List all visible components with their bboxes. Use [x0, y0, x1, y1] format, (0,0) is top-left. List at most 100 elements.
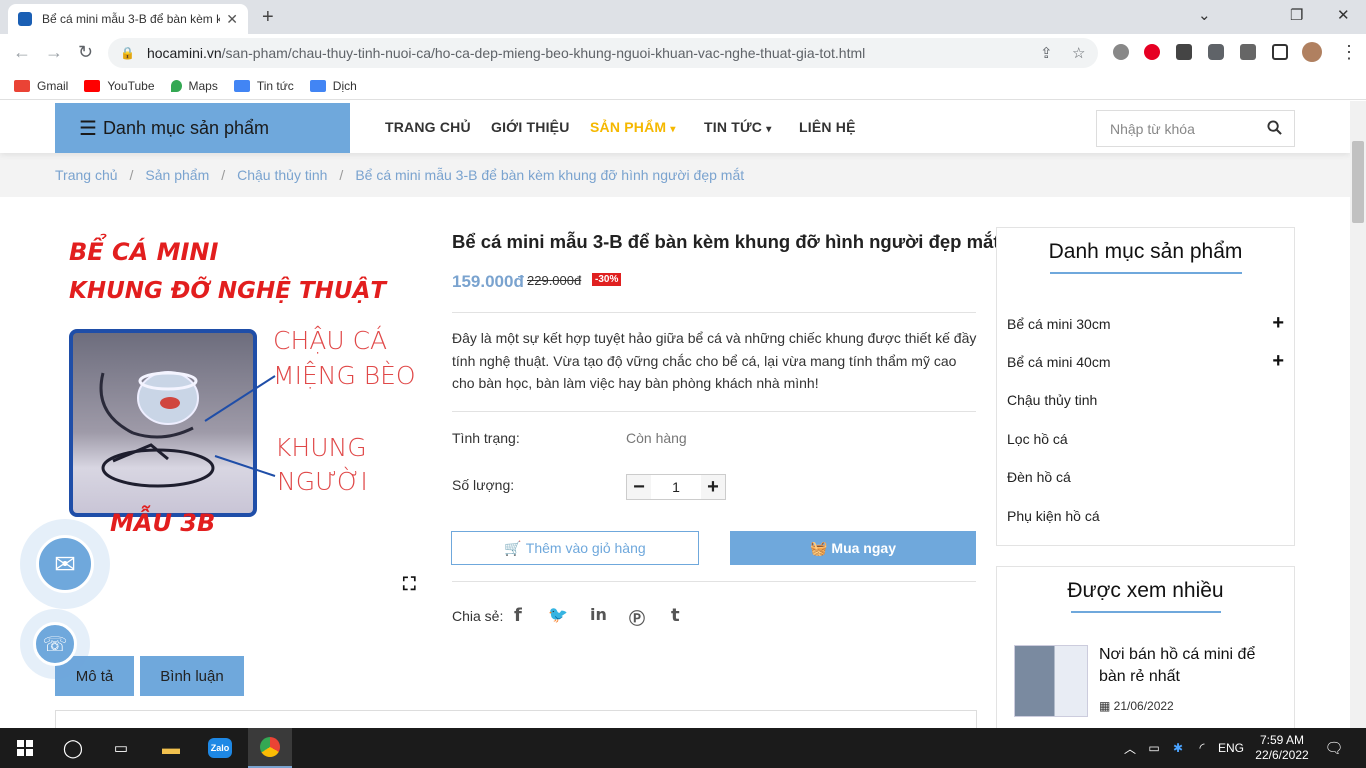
breadcrumb-products[interactable]: Sản phẩm — [145, 167, 209, 183]
tumblr-share-icon[interactable]: t — [671, 605, 680, 626]
menu-news[interactable]: TIN TỨC ▾ — [704, 119, 771, 135]
pinterest-extension-icon[interactable] — [1144, 44, 1160, 60]
page-scrollbar[interactable] — [1350, 101, 1366, 728]
add-to-cart-button[interactable]: 🛒 Thêm vào giỏ hàng — [451, 531, 699, 565]
browser-tab-strip: Bể cá mini mẫu 3-B để bàn kèm k ✕ + ⌄ ❐ … — [0, 0, 1366, 34]
browser-toolbar: ← → ↻ 🔒 hocamini.vn/san-pham/chau-thuy-t… — [0, 34, 1366, 72]
product-image[interactable]: BỂ CÁ MINI KHUNG ĐỠ NGHỆ THUẬT CHẬU CÁ M… — [55, 221, 435, 601]
search-icon[interactable] — [1267, 120, 1282, 138]
product-price: 159.000đ — [452, 272, 524, 291]
menu-home[interactable]: TRANG CHỦ — [385, 119, 471, 135]
language-indicator[interactable]: ENG — [1216, 728, 1246, 768]
bookmark-maps[interactable]: Maps — [170, 79, 218, 93]
sidebar-item-mini-40cm[interactable]: Bể cá mini 40cm — [1007, 354, 1110, 370]
image-annotation-frame-line2: NGƯỜI — [277, 467, 368, 496]
close-window-icon[interactable]: ✕ — [1337, 6, 1350, 24]
expand-plus-icon[interactable]: + — [1272, 350, 1284, 373]
product-old-price: 229.000đ — [527, 273, 582, 288]
quantity-input[interactable]: 1 — [651, 479, 701, 495]
buy-now-button[interactable]: 🧺 Mua ngay — [730, 531, 976, 565]
battery-icon[interactable]: ▭ — [1144, 728, 1164, 768]
tab-search-icon[interactable]: ⌄ — [1198, 6, 1211, 24]
profile-avatar[interactable] — [1302, 42, 1322, 62]
bluetooth-icon[interactable]: ✱ — [1168, 728, 1188, 768]
expand-plus-icon[interactable]: + — [1272, 312, 1284, 335]
stock-status: Còn hàng — [626, 430, 687, 446]
tab-comments[interactable]: Bình luận — [140, 656, 244, 696]
sidebar-item-mini-30cm[interactable]: Bể cá mini 30cm — [1007, 316, 1110, 332]
new-tab-icon[interactable]: + — [262, 6, 274, 29]
breadcrumb-home[interactable]: Trang chủ — [55, 167, 118, 183]
side-panel-icon[interactable] — [1272, 44, 1288, 60]
wifi-icon[interactable]: ◜ — [1192, 728, 1212, 768]
expand-image-icon[interactable]: ⛶ — [403, 574, 416, 595]
extension-gear-icon[interactable] — [1113, 44, 1129, 60]
restore-window-icon[interactable]: ❐ — [1290, 6, 1303, 24]
linkedin-share-icon[interactable]: in — [590, 605, 607, 624]
file-explorer-icon[interactable]: ▬ — [156, 728, 186, 768]
bookmark-news[interactable]: Tin tức — [233, 79, 294, 93]
category-menu-button[interactable]: ☰ Danh mục sản phẩm — [55, 103, 350, 153]
gmail-extension-icon[interactable] — [1176, 44, 1192, 60]
gmail-icon — [14, 79, 30, 92]
popular-post-thumbnail[interactable] — [1014, 645, 1088, 717]
image-annotation-bowl-line1: CHẬU CÁ — [273, 326, 388, 355]
share-page-icon[interactable]: ⇪ — [1040, 44, 1053, 62]
bookmark-youtube[interactable]: YouTube — [84, 79, 155, 93]
bookmark-gmail[interactable]: Gmail — [14, 79, 68, 93]
tab-panel — [55, 710, 977, 728]
close-tab-icon[interactable]: ✕ — [226, 11, 238, 28]
translate-icon — [309, 79, 326, 92]
extensions-puzzle-icon[interactable] — [1208, 44, 1224, 60]
chevron-down-icon: ▾ — [766, 124, 772, 135]
media-control-icon[interactable] — [1240, 44, 1256, 60]
sidebar-item-filters[interactable]: Lọc hồ cá — [1007, 431, 1068, 447]
tray-chevron-icon[interactable]: ︿ — [1120, 728, 1140, 768]
sidebar-popular-title: Được xem nhiều — [1067, 579, 1224, 602]
zalo-taskbar-button[interactable]: Zalo — [205, 728, 235, 768]
sidebar-item-glass-bowls[interactable]: Chậu thủy tinh — [1007, 392, 1097, 408]
quantity-label: Số lượng: — [452, 477, 515, 493]
hamburger-icon: ☰ — [79, 117, 97, 140]
breadcrumb-glass-bowls[interactable]: Chậu thủy tinh — [237, 167, 327, 183]
windows-start-icon[interactable] — [10, 728, 40, 768]
clock[interactable]: 7:59 AM 22/6/2022 — [1252, 728, 1312, 768]
address-bar[interactable]: 🔒 hocamini.vn/san-pham/chau-thuy-tinh-nu… — [108, 38, 1098, 68]
browser-menu-icon[interactable]: ⋮ — [1340, 42, 1358, 63]
quantity-decrease-button[interactable]: − — [627, 475, 651, 499]
menu-contact[interactable]: LIÊN HỆ — [799, 119, 856, 135]
reload-icon[interactable]: ↻ — [78, 42, 93, 63]
search-circle-icon[interactable]: ◯ — [58, 728, 88, 768]
lock-icon: 🔒 — [120, 46, 135, 60]
task-view-icon[interactable]: ▭ — [106, 728, 136, 768]
url-host: hocamini.vn — [146, 45, 222, 61]
bookmark-translate[interactable]: Dịch — [309, 79, 357, 93]
popular-post-title[interactable]: Nơi bán hồ cá mini để bàn rẻ nhất — [1099, 644, 1284, 688]
notification-icon[interactable]: 🗨 — [1322, 728, 1346, 768]
breadcrumb-current: Bể cá mini mẫu 3-B để bàn kèm khung đỡ h… — [355, 167, 745, 183]
quantity-increase-button[interactable]: + — [701, 475, 725, 499]
menu-about[interactable]: GIỚI THIỆU — [491, 119, 570, 135]
back-icon[interactable]: ← — [13, 42, 31, 63]
scrollbar-thumb[interactable] — [1352, 141, 1364, 223]
twitter-share-icon[interactable]: 🐦 — [548, 605, 568, 624]
quantity-stepper: − 1 + — [626, 474, 726, 500]
call-float-button[interactable]: ☏ — [20, 609, 90, 679]
browser-tab[interactable]: Bể cá mini mẫu 3-B để bàn kèm k ✕ — [8, 4, 248, 34]
chrome-taskbar-button[interactable] — [248, 728, 292, 768]
menu-products[interactable]: SẢN PHẨM ▾ — [590, 119, 676, 135]
sidebar-categories-title: Danh mục sản phẩm — [1048, 240, 1243, 263]
pinterest-share-icon[interactable]: Ⓟ — [629, 605, 645, 629]
image-model-label: MẪU 3B — [110, 509, 216, 537]
bookmark-star-icon[interactable]: ☆ — [1072, 44, 1085, 62]
chrome-icon — [260, 737, 280, 757]
image-annotation-frame-line1: KHUNG — [275, 433, 367, 462]
forward-icon[interactable]: → — [45, 42, 63, 63]
messenger-float-button[interactable]: ✉ — [20, 519, 110, 609]
search-input[interactable]: Nhập từ khóa — [1096, 110, 1295, 147]
title-underline — [1070, 611, 1221, 613]
sidebar-item-lights[interactable]: Đèn hồ cá — [1007, 469, 1071, 485]
phone-icon: ☏ — [33, 622, 77, 666]
sidebar-item-accessories[interactable]: Phụ kiện hồ cá — [1007, 508, 1100, 524]
facebook-share-icon[interactable]: f — [514, 605, 522, 626]
